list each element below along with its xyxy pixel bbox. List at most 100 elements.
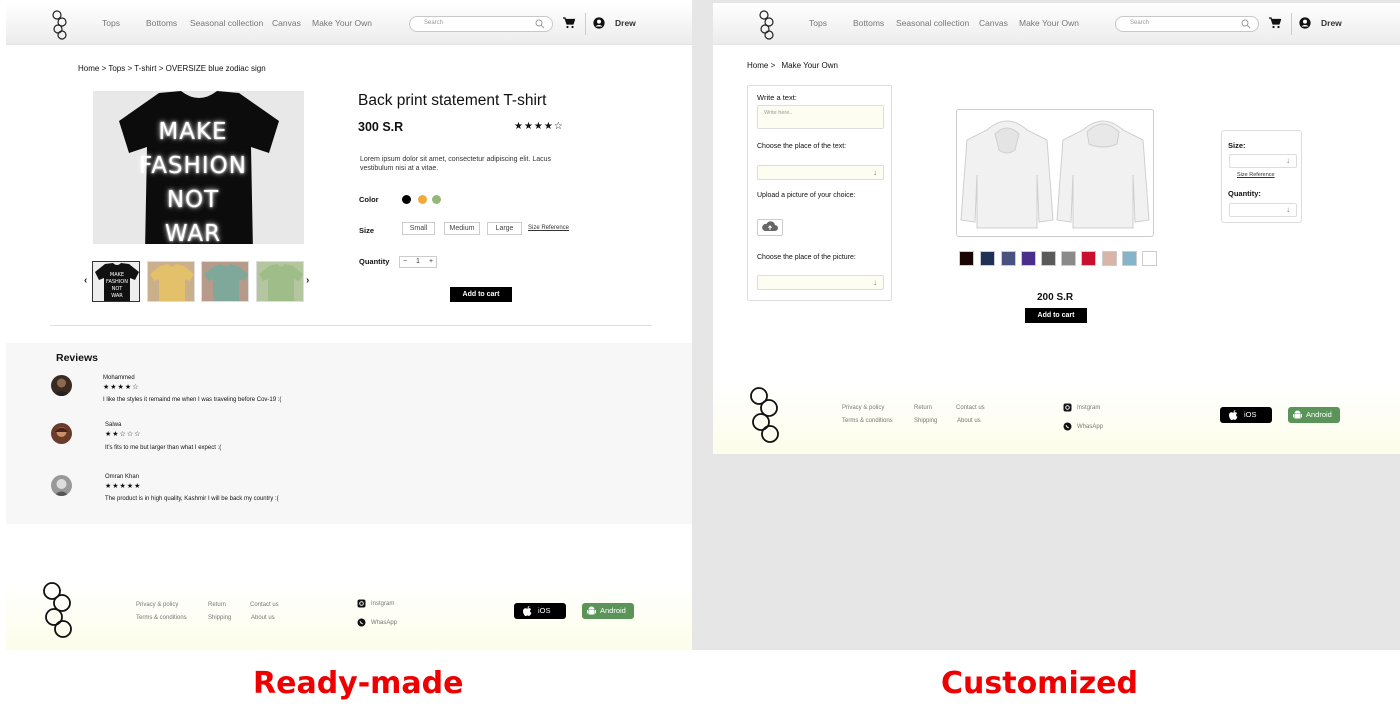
- add-to-cart-button[interactable]: Add to cart: [1025, 308, 1087, 323]
- android-app-button[interactable]: Android: [1288, 407, 1340, 423]
- footer-link-terms[interactable]: Terms & conditions: [136, 615, 187, 621]
- footer-link-about[interactable]: About us: [251, 615, 275, 621]
- header-divider: [585, 13, 586, 35]
- swatch-7[interactable]: [1081, 251, 1096, 266]
- footer-link-terms[interactable]: Terms & conditions: [842, 418, 893, 424]
- nav-tops[interactable]: Tops: [102, 18, 120, 28]
- cart-icon[interactable]: [563, 17, 575, 29]
- upload-button[interactable]: [757, 219, 783, 236]
- user-icon[interactable]: [593, 17, 605, 29]
- swatch-4[interactable]: [1021, 251, 1036, 266]
- footer-link-privacy[interactable]: Privacy & policy: [136, 602, 178, 608]
- footer-link-about[interactable]: About us: [957, 418, 981, 424]
- swatch-9[interactable]: [1122, 251, 1137, 266]
- quantity-value: 1: [416, 258, 420, 265]
- footer-whatsapp[interactable]: WhasApp: [357, 618, 397, 627]
- print-line: WAR: [164, 221, 222, 244]
- picture-place-select[interactable]: ↓: [757, 275, 884, 290]
- footer-instagram[interactable]: Instgram: [1063, 403, 1100, 412]
- hoodie-image: [960, 120, 1150, 229]
- swatch-1[interactable]: [959, 251, 974, 266]
- ios-app-button[interactable]: iOS: [1220, 407, 1272, 423]
- color-swatch-black[interactable]: [402, 195, 411, 204]
- quantity-increment[interactable]: +: [429, 258, 433, 265]
- ios-label: iOS: [538, 606, 551, 615]
- swatch-8[interactable]: [1102, 251, 1117, 266]
- chevron-left-icon[interactable]: ‹: [84, 275, 87, 286]
- chevron-right-icon[interactable]: ›: [306, 275, 309, 286]
- thumbnail-2[interactable]: [147, 261, 195, 302]
- product-main-image[interactable]: MAKE FASHION NOT WAR: [93, 91, 304, 244]
- review-text: The product is in high quality, Kashmir …: [105, 496, 279, 502]
- ios-app-button[interactable]: iOS: [514, 603, 566, 619]
- size-reference-link[interactable]: Size Reference: [528, 225, 569, 231]
- breadcrumb-tshirt[interactable]: T-shirt: [134, 64, 156, 73]
- android-label: Android: [1306, 410, 1332, 419]
- footer-logo[interactable]: [42, 581, 76, 639]
- footer-logo[interactable]: [749, 386, 783, 444]
- print-line: FASHION: [139, 153, 247, 179]
- quantity-stepper[interactable]: − 1 +: [399, 256, 437, 268]
- search-input[interactable]: Search: [409, 16, 553, 32]
- size-select[interactable]: ↓: [1229, 154, 1297, 168]
- thumbnail-4[interactable]: [256, 261, 304, 302]
- footer-link-privacy[interactable]: Privacy & policy: [842, 405, 884, 411]
- logo[interactable]: [758, 10, 776, 40]
- nav-canvas[interactable]: Canvas: [272, 18, 301, 28]
- nav-seasonal-collection[interactable]: Seasonal collection: [190, 18, 263, 28]
- quantity-label: Quantity: [359, 257, 390, 266]
- size-medium-button[interactable]: Medium: [444, 222, 480, 235]
- footer-link-return[interactable]: Return: [208, 602, 226, 608]
- chevron-down-icon: ↓: [1286, 156, 1290, 165]
- whatsapp-label: WhasApp: [1077, 424, 1104, 431]
- breadcrumb-home[interactable]: Home: [78, 64, 99, 73]
- footer-link-return[interactable]: Return: [914, 405, 932, 411]
- customization-form: Write a text: Write here.. Choose the pl…: [747, 85, 892, 301]
- footer-link-shipping[interactable]: Shipping: [914, 418, 937, 424]
- nav-tops[interactable]: Tops: [809, 18, 827, 28]
- thumbnail-3[interactable]: [201, 261, 249, 302]
- swatch-6[interactable]: [1061, 251, 1076, 266]
- search-icon[interactable]: [1241, 19, 1251, 29]
- swatch-10[interactable]: [1142, 251, 1157, 266]
- cart-icon[interactable]: [1269, 17, 1281, 29]
- swatch-3[interactable]: [1001, 251, 1016, 266]
- search-input[interactable]: Search: [1115, 16, 1259, 32]
- swatch-2[interactable]: [980, 251, 995, 266]
- footer-instagram[interactable]: Instgram: [357, 599, 394, 608]
- nav-bottoms[interactable]: Bottoms: [146, 18, 177, 28]
- quantity-select[interactable]: ↓: [1229, 203, 1297, 217]
- nav-make-your-own[interactable]: Make Your Own: [312, 18, 372, 28]
- user-name[interactable]: Drew: [1321, 18, 1342, 28]
- color-swatch-orange[interactable]: [418, 195, 427, 204]
- nav-canvas[interactable]: Canvas: [979, 18, 1008, 28]
- nav-seasonal-collection[interactable]: Seasonal collection: [896, 18, 969, 28]
- user-name[interactable]: Drew: [615, 18, 636, 28]
- search-icon[interactable]: [535, 19, 545, 29]
- review-text: I like the styles it remaind me when I w…: [103, 397, 282, 403]
- whatsapp-icon: [1063, 422, 1072, 431]
- nav-make-your-own[interactable]: Make Your Own: [1019, 18, 1079, 28]
- size-reference-link[interactable]: Size Reference: [1237, 172, 1275, 178]
- breadcrumb-separator: >: [101, 64, 107, 73]
- footer-link-contact[interactable]: Contact us: [250, 602, 279, 608]
- color-swatch-green[interactable]: [432, 195, 441, 204]
- nav-bottoms[interactable]: Bottoms: [853, 18, 884, 28]
- swatch-5[interactable]: [1041, 251, 1056, 266]
- thumbnail-1[interactable]: MAKE FASHION NOT WAR: [92, 261, 140, 302]
- footer-link-contact[interactable]: Contact us: [956, 405, 985, 411]
- user-icon[interactable]: [1299, 17, 1311, 29]
- review-stars: ★★☆☆☆: [105, 431, 142, 438]
- text-place-select[interactable]: ↓: [757, 165, 884, 180]
- android-app-button[interactable]: Android: [582, 603, 634, 619]
- breadcrumb-home[interactable]: Home: [747, 61, 768, 70]
- quantity-decrement[interactable]: −: [403, 258, 407, 265]
- size-large-button[interactable]: Large: [487, 222, 522, 235]
- write-text-input[interactable]: Write here..: [757, 105, 884, 129]
- add-to-cart-button[interactable]: Add to cart: [450, 287, 512, 302]
- footer-whatsapp[interactable]: WhasApp: [1063, 422, 1103, 431]
- footer-link-shipping[interactable]: Shipping: [208, 615, 231, 621]
- logo[interactable]: [51, 10, 69, 40]
- size-small-button[interactable]: Small: [402, 222, 435, 235]
- breadcrumb-tops[interactable]: Tops: [108, 64, 125, 73]
